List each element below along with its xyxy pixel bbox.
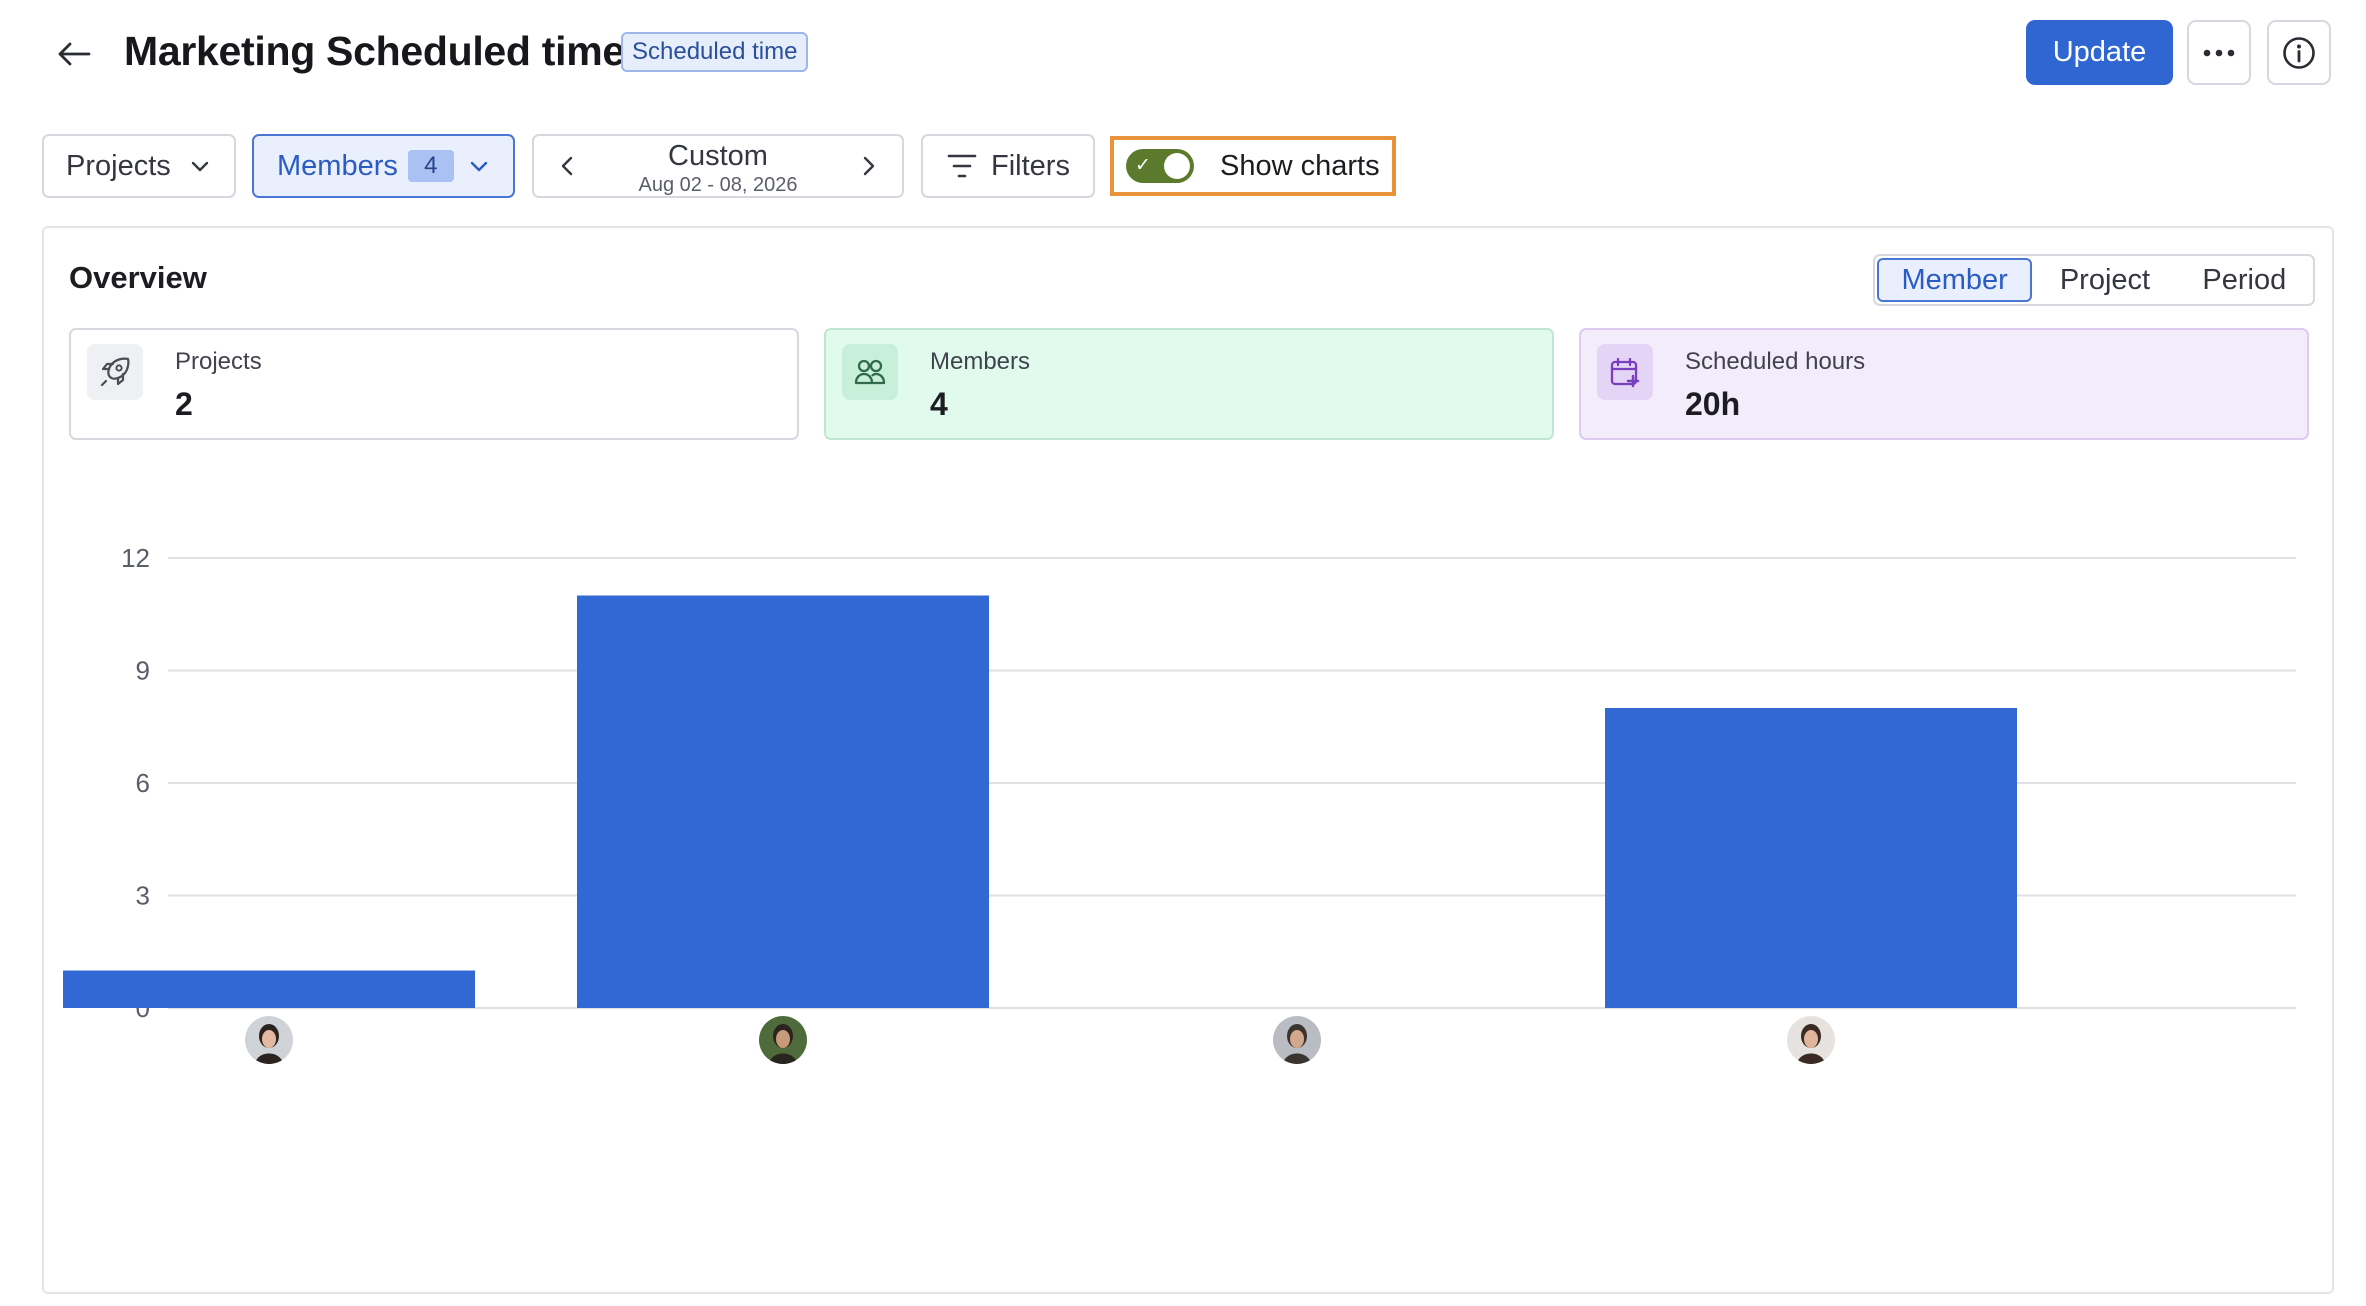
header: Marketing Scheduled time Scheduled time … — [0, 0, 2366, 110]
date-range-text[interactable]: Aug 02 - 08, 2026 — [594, 174, 842, 197]
member-avatar[interactable] — [1787, 1016, 1835, 1064]
filters-button[interactable]: Filters — [921, 134, 1095, 198]
bar — [63, 970, 475, 1008]
back-arrow-icon[interactable] — [50, 30, 98, 78]
view-segmented-control: Member Project Period — [1873, 254, 2315, 306]
filter-icon — [947, 154, 977, 178]
projects-stat-card: Projects 2 — [69, 328, 799, 440]
date-range-selector: Custom Aug 02 - 08, 2026 — [532, 134, 904, 198]
scheduled-hours-stat-label: Scheduled hours — [1685, 348, 1866, 375]
member-avatar[interactable] — [245, 1016, 293, 1064]
info-icon — [2283, 36, 2315, 69]
projects-stat-value: 2 — [175, 386, 193, 422]
view-tab-period[interactable]: Period — [2178, 258, 2311, 302]
members-stat-label: Members — [930, 348, 1031, 375]
y-tick-label: 9 — [136, 656, 150, 686]
show-charts-toggle[interactable]: ✓ Show charts — [1110, 136, 1396, 196]
view-tab-project[interactable]: Project — [2032, 258, 2177, 302]
chevron-down-icon — [470, 161, 488, 172]
overview-title: Overview — [69, 260, 207, 295]
members-dropdown-label: Members — [277, 149, 398, 182]
bar — [577, 595, 989, 1008]
more-options-button[interactable] — [2187, 20, 2251, 85]
chevron-left-icon[interactable] — [552, 150, 584, 182]
member-avatar[interactable] — [1273, 1016, 1321, 1064]
y-tick-label: 3 — [136, 881, 150, 911]
filters-label: Filters — [991, 149, 1070, 182]
bar — [1605, 708, 2017, 1008]
type-badge: Scheduled time — [621, 32, 809, 72]
projects-stat-label: Projects — [175, 348, 262, 375]
chevron-right-icon[interactable] — [852, 150, 884, 182]
scheduled-hours-stat-value: 20h — [1685, 386, 1741, 422]
chevron-down-icon — [191, 161, 209, 172]
members-dropdown[interactable]: Members 4 — [252, 134, 515, 198]
date-preset-label[interactable]: Custom — [594, 140, 842, 173]
scheduled-hours-stat-card: Scheduled hours 20h — [1579, 328, 2309, 440]
projects-dropdown-label: Projects — [66, 149, 171, 182]
y-tick-label: 0 — [136, 993, 150, 1023]
calendar-plus-icon — [1597, 344, 1653, 400]
show-charts-label: Show charts — [1220, 149, 1380, 182]
info-button[interactable] — [2267, 20, 2331, 85]
update-button[interactable]: Update — [2026, 20, 2173, 85]
view-tab-member[interactable]: Member — [1877, 258, 2033, 302]
page-title: Marketing Scheduled time — [124, 28, 625, 74]
y-tick-label: 6 — [136, 768, 150, 798]
rocket-icon — [87, 344, 143, 400]
users-icon — [842, 344, 898, 400]
projects-dropdown[interactable]: Projects — [42, 134, 236, 198]
members-count-badge: 4 — [407, 150, 454, 182]
member-avatar[interactable] — [759, 1016, 807, 1064]
y-tick-label: 12 — [121, 543, 150, 573]
more-dots-icon — [2203, 49, 2235, 56]
check-icon: ✓ — [1135, 155, 1151, 176]
members-stat-value: 4 — [930, 386, 948, 422]
toggle-knob — [1164, 153, 1190, 179]
toggle-switch[interactable]: ✓ — [1126, 149, 1194, 183]
members-stat-card: Members 4 — [824, 328, 1554, 440]
overview-panel: Overview Member Project Period Projects … — [42, 226, 2334, 1294]
